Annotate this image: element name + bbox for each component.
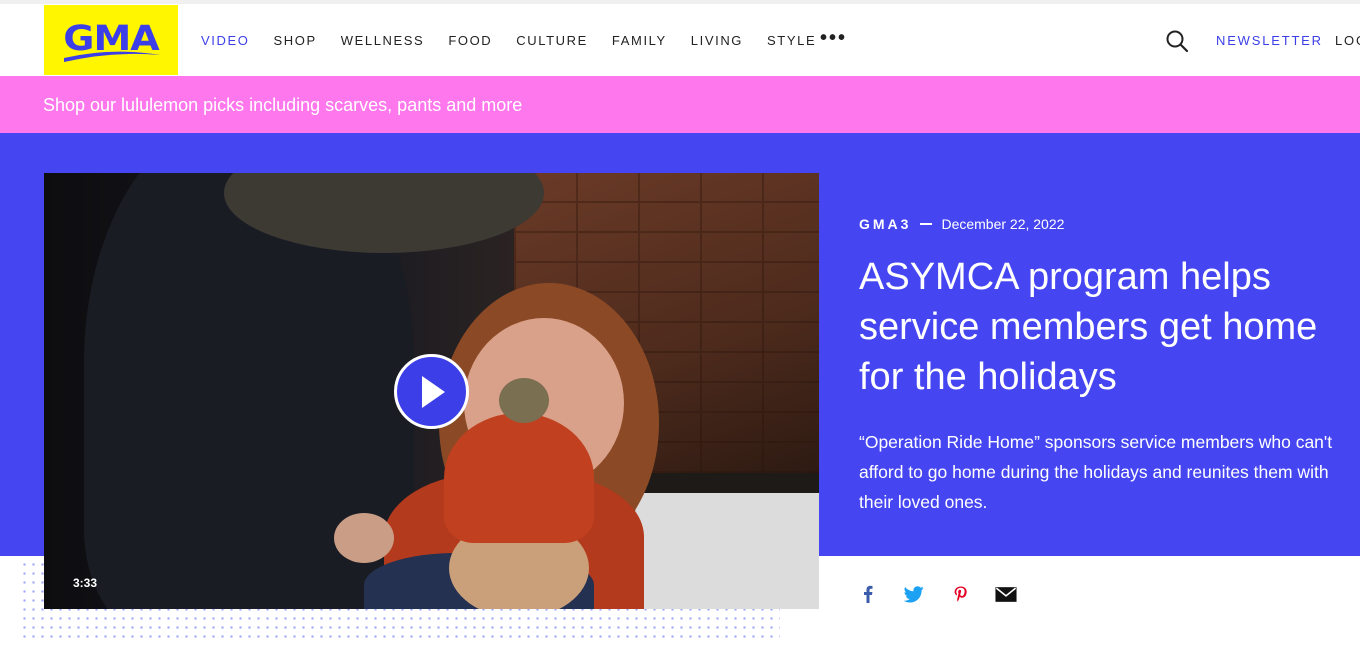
share-bar — [857, 583, 1041, 605]
search-icon[interactable] — [1165, 29, 1189, 53]
gma-logo[interactable]: GMA — [44, 5, 178, 75]
nav-item-living[interactable]: LIVING — [691, 33, 743, 48]
nav-item-shop[interactable]: SHOP — [273, 33, 316, 48]
video-frame-hand — [334, 513, 394, 563]
article-meta: GMA3 December 22, 2022 — [859, 216, 1064, 232]
pinterest-icon — [954, 586, 967, 602]
pinterest-share-button[interactable] — [949, 583, 971, 605]
article-description: “Operation Ride Home” sponsors service m… — [859, 432, 1333, 512]
promo-link[interactable]: Shop our lululemon picks including scarv… — [43, 95, 522, 116]
site-header: GMA VIDEO SHOP WELLNESS FOOD CULTURE FAM… — [0, 4, 1360, 76]
nav-item-wellness[interactable]: WELLNESS — [341, 33, 425, 48]
facebook-icon — [864, 585, 873, 603]
meta-divider — [920, 223, 933, 225]
facebook-share-button[interactable] — [857, 583, 879, 605]
article-title: ASYMCA program helps service members get… — [859, 256, 1318, 398]
nav-item-culture[interactable]: CULTURE — [516, 33, 588, 48]
video-frame-child-hat — [444, 413, 594, 543]
nav-item-video[interactable]: VIDEO — [201, 33, 249, 48]
promo-banner[interactable]: Shop our lululemon picks including scarv… — [0, 76, 1360, 133]
publish-date: December 22, 2022 — [941, 216, 1065, 232]
login-link[interactable]: LOG — [1335, 33, 1360, 48]
play-button[interactable] — [394, 354, 469, 429]
logo-swoosh-icon — [64, 51, 160, 62]
main-nav: VIDEO SHOP WELLNESS FOOD CULTURE FAMILY … — [201, 33, 840, 48]
twitter-share-button[interactable] — [903, 583, 925, 605]
email-share-button[interactable] — [995, 583, 1017, 605]
twitter-icon — [904, 585, 924, 602]
nav-item-family[interactable]: FAMILY — [612, 33, 667, 48]
play-icon — [422, 376, 445, 408]
email-icon — [995, 586, 1017, 602]
nav-item-food[interactable]: FOOD — [448, 33, 492, 48]
video-frame-hat-pompom — [499, 378, 549, 423]
newsletter-link[interactable]: NEWSLETTER — [1216, 33, 1323, 48]
video-duration: 3:33 — [73, 576, 98, 590]
video-player[interactable]: 3:33 — [44, 173, 819, 609]
nav-item-style[interactable]: STYLE — [767, 33, 816, 48]
more-menu-button[interactable]: ••• — [820, 27, 847, 50]
show-label[interactable]: GMA3 — [859, 216, 911, 232]
